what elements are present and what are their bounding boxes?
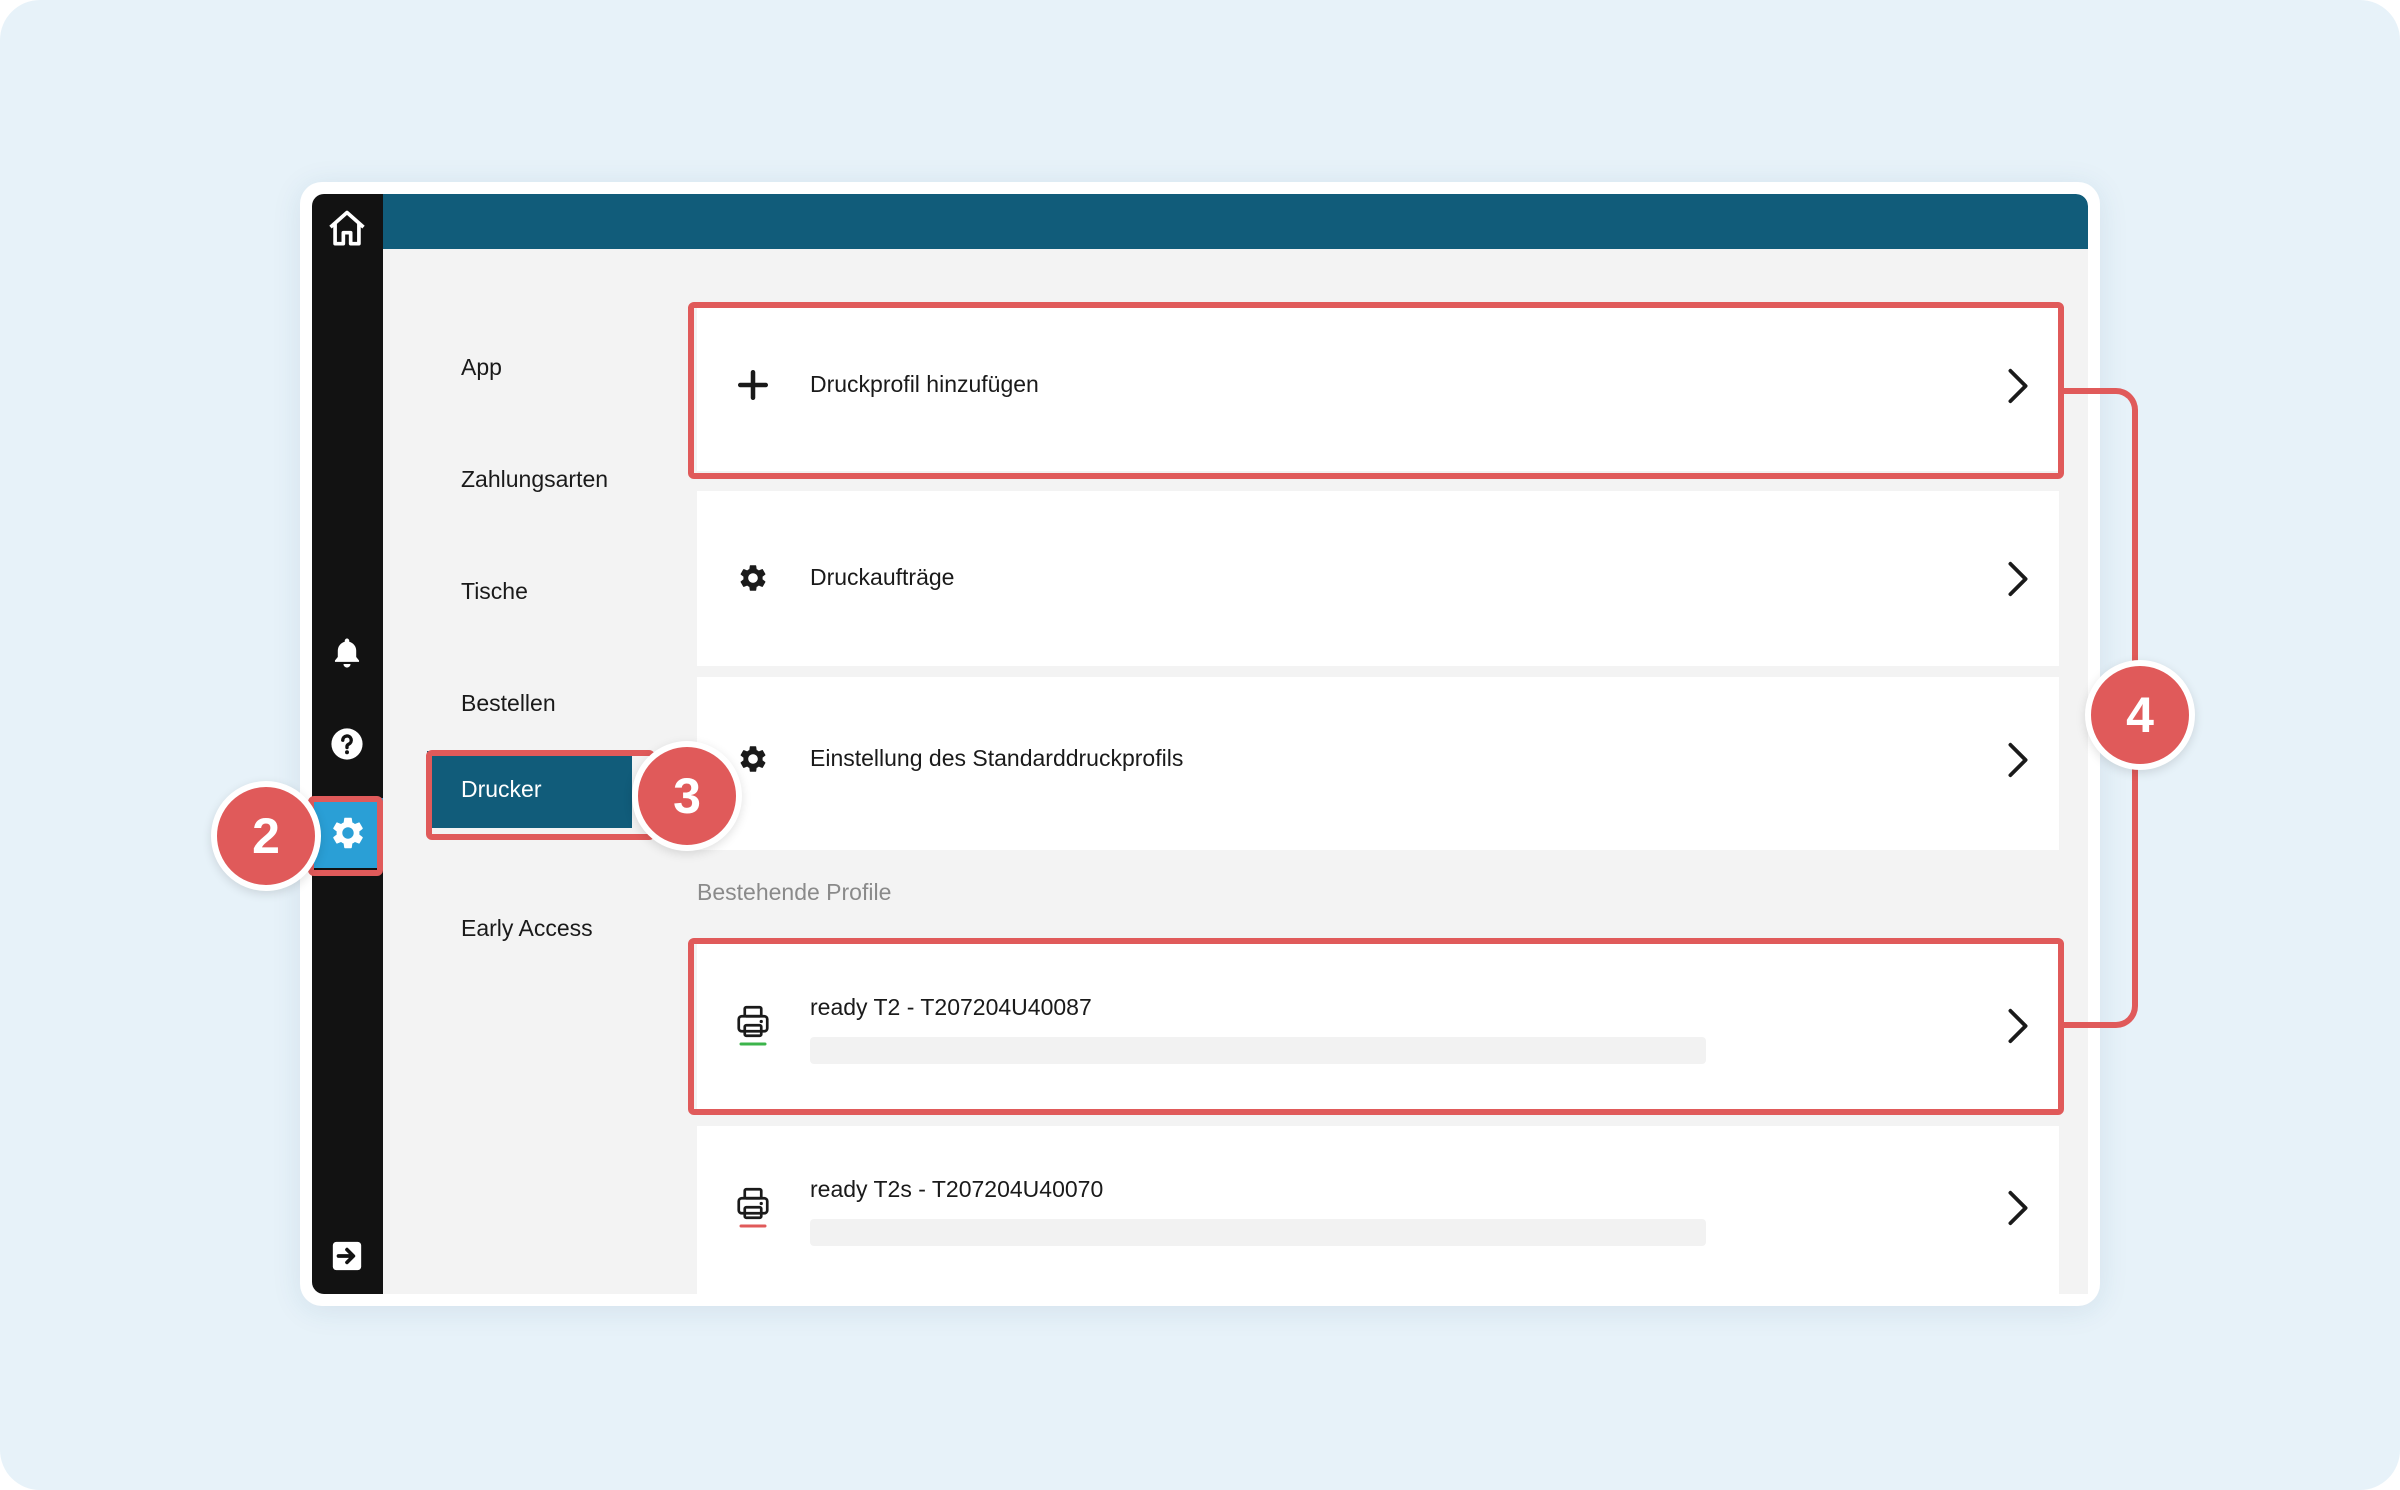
nav-item-zahlungsarten[interactable]: Zahlungsarten (461, 459, 608, 499)
highlight-drucker-nav (426, 750, 655, 840)
printer-profile-name: ready T2s - T207204U40070 (810, 1176, 1104, 1202)
chevron-right-icon (2003, 559, 2033, 599)
printer-profile-subtitle-placeholder (810, 1219, 1706, 1246)
icon-sidebar (312, 194, 383, 1294)
highlight-printer-profile (688, 938, 2064, 1115)
nav-item-app[interactable]: App (461, 347, 502, 387)
top-bar (383, 194, 2088, 249)
logout-icon[interactable] (325, 1234, 369, 1278)
gear-icon (735, 741, 771, 777)
help-icon[interactable] (325, 722, 369, 766)
bell-icon[interactable] (325, 630, 369, 674)
printer-icon (735, 1184, 771, 1232)
print-jobs-label: Druckaufträge (810, 564, 955, 590)
step-badge-4: 4 (2085, 660, 2195, 770)
home-icon[interactable] (322, 204, 372, 254)
step-badge-2: 2 (211, 781, 321, 891)
tutorial-canvas: App Zahlungsarten Tische Bestellen Druck… (0, 0, 2400, 1490)
nav-item-early-access[interactable]: Early Access (461, 908, 593, 948)
step-badge-3: 3 (632, 741, 742, 851)
section-label-existing-profiles: Bestehende Profile (697, 879, 892, 905)
default-profile-settings-label: Einstellung des Standarddruckprofils (810, 745, 1184, 771)
default-profile-settings-row[interactable]: Einstellung des Standarddruckprofils (697, 677, 2059, 850)
nav-item-tische[interactable]: Tische (461, 571, 528, 611)
print-jobs-row[interactable]: Druckaufträge (697, 491, 2059, 666)
nav-item-bestellen[interactable]: Bestellen (461, 683, 556, 723)
chevron-right-icon (2003, 740, 2033, 780)
gear-icon (735, 560, 771, 596)
highlight-add-profile (688, 302, 2064, 479)
printer-profile-row[interactable]: ready T2s - T207204U40070 (697, 1126, 2059, 1294)
chevron-right-icon (2003, 1188, 2033, 1228)
